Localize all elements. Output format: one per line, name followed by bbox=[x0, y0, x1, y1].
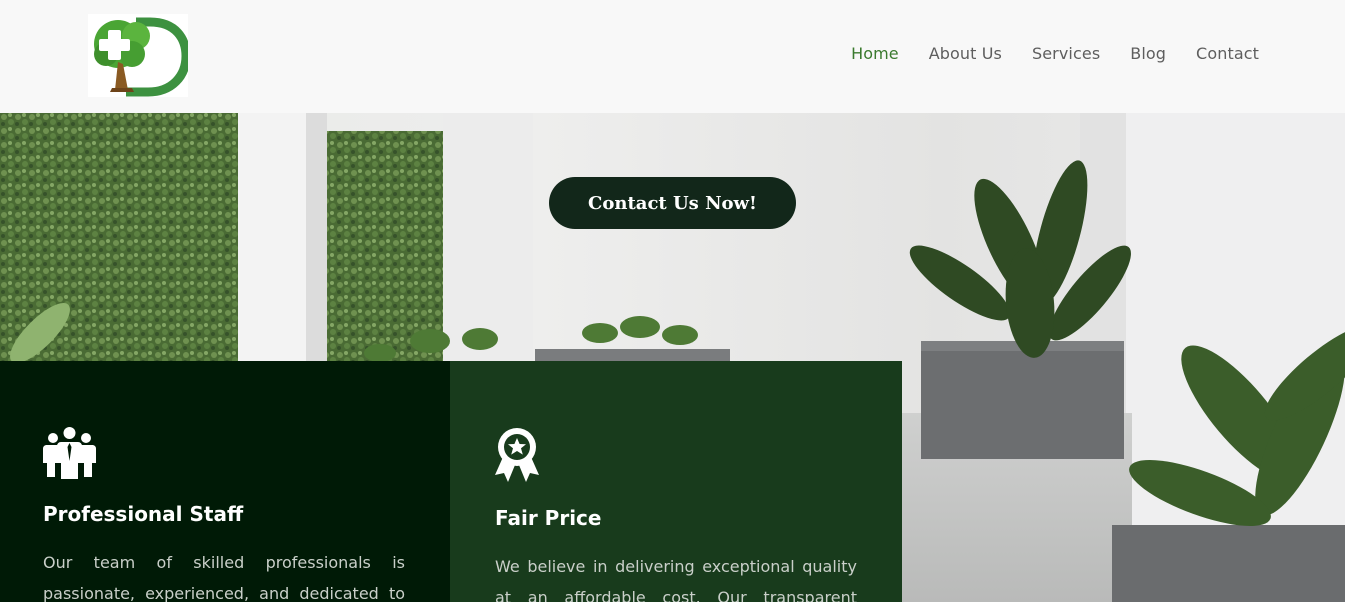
feature-title: Fair Price bbox=[495, 506, 602, 530]
contact-us-now-button[interactable]: Contact Us Now! bbox=[549, 177, 796, 229]
feature-text-line: We believe in delivering exceptional qua… bbox=[495, 557, 857, 576]
nav-about-us[interactable]: About Us bbox=[929, 44, 1002, 63]
nav-contact[interactable]: Contact bbox=[1196, 44, 1259, 63]
site-logo[interactable] bbox=[88, 14, 191, 97]
nav-services[interactable]: Services bbox=[1032, 44, 1100, 63]
main-nav: Home About Us Services Blog Contact bbox=[851, 44, 1259, 63]
feature-title: Professional Staff bbox=[43, 502, 244, 526]
nav-home[interactable]: Home bbox=[851, 44, 899, 63]
team-people-icon bbox=[43, 427, 96, 479]
feature-card-professional-staff: Professional Staff Our team of skilled p… bbox=[0, 361, 450, 602]
award-ribbon-icon bbox=[495, 428, 539, 482]
site-header: Home About Us Services Blog Contact bbox=[0, 0, 1345, 113]
nav-blog[interactable]: Blog bbox=[1130, 44, 1166, 63]
feature-text-line: passionate, experienced, and dedicated t… bbox=[43, 584, 405, 602]
feature-card-fair-price: Fair Price We believe in delivering exce… bbox=[450, 361, 902, 602]
feature-text-line: Our team of skilled professionals is bbox=[43, 553, 405, 572]
feature-text-line: at an affordable cost. Our transparent bbox=[495, 588, 857, 602]
tree-cross-d-logo-icon bbox=[94, 17, 191, 97]
